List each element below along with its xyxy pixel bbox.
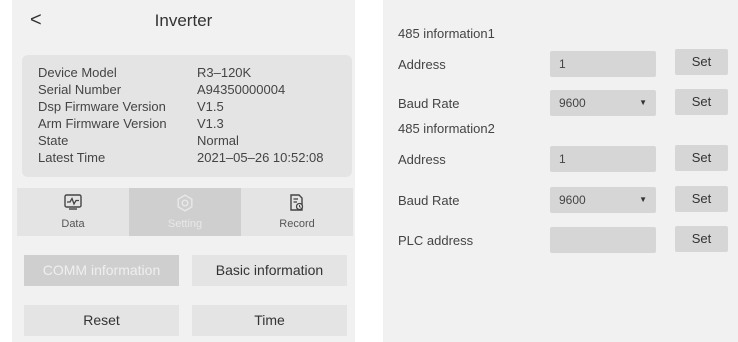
plc-address-set-button[interactable]: Set — [675, 226, 728, 252]
section-title-485-1: 485 information1 — [398, 26, 495, 41]
address2-label: Address — [398, 152, 446, 167]
info-value: Normal — [197, 133, 239, 148]
plc-address-label: PLC address — [398, 233, 474, 248]
info-value: R3–120K — [197, 65, 252, 80]
address1-input[interactable]: 1 — [550, 51, 656, 77]
tab-data[interactable]: Data — [17, 188, 129, 236]
tab-label: Setting — [167, 218, 203, 230]
info-label: Serial Number — [38, 82, 122, 97]
info-label: State — [38, 133, 69, 148]
chart-icon — [17, 194, 129, 212]
baud1-select[interactable]: 9600 ▼ — [550, 90, 656, 116]
address1-set-button[interactable]: Set — [675, 49, 728, 75]
info-value: V1.5 — [197, 99, 224, 114]
address2-set-button[interactable]: Set — [675, 145, 728, 171]
tab-bar: Data Setting Record — [17, 188, 353, 236]
page-title: Inverter — [154, 11, 213, 30]
info-value: V1.3 — [197, 116, 224, 131]
baud2-value: 9600 — [559, 193, 586, 207]
tab-record[interactable]: Record — [241, 188, 353, 236]
time-button[interactable]: Time — [192, 305, 347, 336]
device-info-card: Device Model R3–120K Serial Number A9435… — [22, 55, 352, 177]
comm-information-button[interactable]: COMM information — [24, 255, 179, 286]
info-value: A94350000004 — [197, 82, 286, 97]
section-title-485-2: 485 information2 — [398, 121, 495, 136]
baud2-set-button[interactable]: Set — [675, 186, 728, 212]
tab-label: Record — [279, 218, 315, 230]
info-label: Dsp Firmware Version — [38, 99, 166, 114]
baud2-select[interactable]: 9600 ▼ — [550, 187, 656, 213]
info-label: Arm Firmware Version — [38, 116, 167, 131]
record-icon — [241, 194, 353, 212]
tab-label: Data — [61, 218, 85, 230]
inverter-panel: < Inverter Device Model R3–120K Serial N… — [12, 0, 355, 342]
header: < Inverter — [12, 0, 355, 42]
reset-button[interactable]: Reset — [24, 305, 179, 336]
info-label: Latest Time — [38, 150, 106, 165]
plc-address-input[interactable] — [550, 227, 656, 253]
baud1-set-button[interactable]: Set — [675, 89, 728, 115]
caret-down-icon: ▼ — [639, 195, 647, 204]
baud1-value: 9600 — [559, 96, 586, 110]
caret-down-icon: ▼ — [639, 98, 647, 107]
gear-icon — [129, 194, 241, 212]
tab-setting[interactable]: Setting — [129, 188, 241, 236]
basic-information-button[interactable]: Basic information — [192, 255, 347, 286]
comm-settings-panel: 485 information1 Address 1 Set Baud Rate… — [383, 0, 738, 342]
info-label: Device Model — [38, 65, 117, 80]
baud1-label: Baud Rate — [398, 96, 460, 111]
info-value: 2021–05–26 10:52:08 — [197, 150, 324, 165]
address2-input[interactable]: 1 — [550, 146, 656, 172]
baud2-label: Baud Rate — [398, 193, 460, 208]
address1-label: Address — [398, 57, 446, 72]
